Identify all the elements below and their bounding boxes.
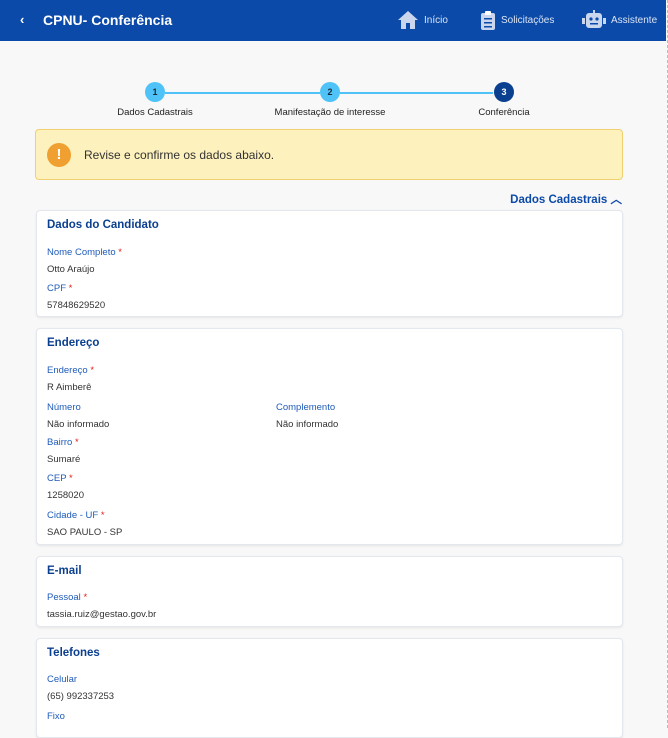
step-connector — [340, 92, 493, 94]
card-title: Telefones — [47, 647, 100, 659]
home-icon — [398, 11, 418, 29]
field-value-cidade: SAO PAULO - SP — [47, 527, 123, 538]
field-value-cpf: 57848629520 — [47, 300, 106, 311]
field-label: Endereço * — [47, 365, 95, 376]
nav-solicitacoes[interactable]: Solicitações — [480, 10, 554, 31]
step-label: Manifestação de interesse — [274, 107, 386, 118]
field-value-celular: (65) 992337253 — [47, 691, 115, 702]
card-dados-candidato: Dados do Candidato Nome Completo * Otto … — [36, 210, 623, 317]
field-label: CEP * — [47, 473, 73, 484]
warning-icon: ! — [47, 143, 71, 167]
step-connector — [165, 92, 320, 94]
app-header: ‹ CPNU- Conferência Início Solicitações … — [0, 0, 666, 41]
card-title: E-mail — [47, 565, 82, 577]
field-label: Celular — [47, 674, 78, 685]
nav-assistente[interactable]: Assistente — [582, 10, 657, 30]
back-button[interactable]: ‹ — [20, 12, 24, 27]
card-title: Dados do Candidato — [47, 219, 159, 231]
step-3[interactable]: 3 — [494, 82, 514, 102]
card-telefones: Telefones Celular (65) 992337253 Fixo — [36, 638, 623, 738]
field-label: Nome Completo * — [47, 247, 122, 258]
field-value-endereco: R Aimberê — [47, 382, 92, 393]
page-title: CPNU- Conferência — [43, 12, 173, 28]
stepper: 1 2 3 Dados Cadastrais Manifestação de i… — [0, 82, 666, 122]
nav-label: Solicitações — [501, 15, 555, 26]
field-label: Cidade - UF * — [47, 510, 105, 521]
field-label: CPF * — [47, 283, 73, 294]
nav-label: Assistente — [611, 14, 658, 26]
card-endereco: Endereço Endereço * R Aimberê Número Não… — [36, 328, 623, 545]
chevron-up-icon: ︿ — [610, 194, 623, 206]
field-value-bairro: Sumaré — [47, 454, 81, 465]
step-label: Conferência — [478, 107, 530, 118]
field-label: Número — [47, 402, 81, 413]
step-2[interactable]: 2 — [320, 82, 340, 102]
field-label: Fixo — [47, 711, 65, 722]
step-1[interactable]: 1 — [145, 82, 165, 102]
card-title: Endereço — [47, 337, 100, 349]
field-label: Pessoal * — [47, 592, 88, 603]
robot-icon — [582, 10, 606, 28]
section-toggle-dados-cadastrais[interactable]: Dados Cadastrais ︿ — [510, 191, 622, 207]
section-toggle-label: Dados Cadastrais — [510, 194, 608, 206]
field-value-complemento: Não informado — [276, 419, 339, 430]
field-value-nome: Otto Araújo — [47, 264, 95, 275]
field-label: Bairro * — [47, 437, 79, 448]
alert-text: Revise e confirme os dados abaixo. — [84, 148, 275, 162]
nav-label: Início — [424, 14, 448, 26]
field-value-numero: Não informado — [47, 419, 110, 430]
nav-inicio[interactable]: Início — [397, 10, 448, 30]
field-value-cep: 1258020 — [47, 490, 84, 501]
step-label: Dados Cadastrais — [117, 107, 193, 118]
field-value-email: tassia.ruiz@gestao.gov.br — [47, 609, 157, 620]
card-email: E-mail Pessoal * tassia.ruiz@gestao.gov.… — [36, 556, 623, 627]
field-label: Complemento — [276, 402, 336, 413]
warning-alert: ! Revise e confirme os dados abaixo. — [35, 129, 623, 180]
clipboard-icon — [481, 11, 495, 30]
